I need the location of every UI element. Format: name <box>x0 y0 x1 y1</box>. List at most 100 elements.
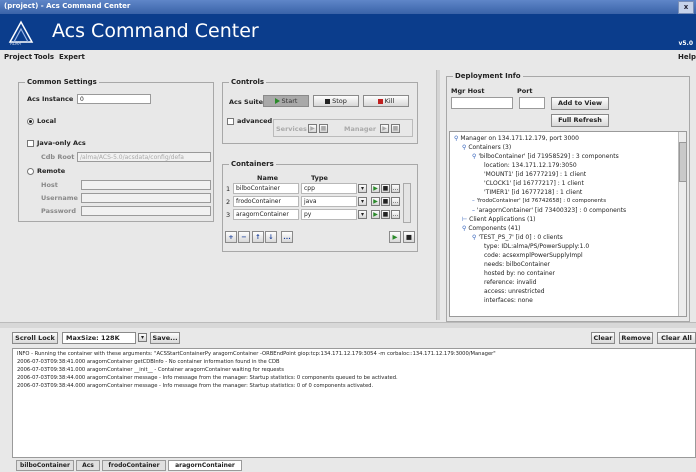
host-input[interactable] <box>81 180 211 190</box>
tree-node[interactable]: – 'aragornContainer' [id 73400323] : 0 c… <box>472 207 626 214</box>
java-only-checkbox[interactable] <box>27 140 34 147</box>
java-only-label: Java-only Acs <box>37 139 86 147</box>
full-refresh-button[interactable]: Full Refresh <box>551 114 609 127</box>
menu-expert[interactable]: Expert <box>59 53 85 61</box>
container-more-button[interactable]: … <box>391 210 400 219</box>
tab-aragorn-container[interactable]: aragornContainer <box>168 460 242 471</box>
tab-acs[interactable]: Acs <box>76 460 100 471</box>
clear-all-button[interactable]: Clear All <box>657 332 696 344</box>
chevron-down-icon[interactable]: ▾ <box>358 210 367 219</box>
row-index: 3 <box>226 211 231 219</box>
cdb-root-input[interactable]: /alma/ACS-5.0/acsdata/config/defa <box>77 152 211 162</box>
save-log-button[interactable]: Save... <box>150 332 180 344</box>
remove-button[interactable]: Remove <box>619 332 653 344</box>
add-to-view-button[interactable]: Add to View <box>551 97 609 110</box>
vertical-splitter[interactable] <box>436 70 440 320</box>
tree-node[interactable]: ⊢ Client Applications (1) <box>462 216 535 223</box>
container-start-button[interactable]: ▶ <box>371 210 380 219</box>
container-stop-button[interactable]: ■ <box>381 184 390 193</box>
chevron-down-icon[interactable]: ▾ <box>358 184 367 193</box>
tree-node[interactable]: reference: invalid <box>484 279 536 286</box>
tree-node[interactable]: code: acsexmplPowerSupplyImpl <box>484 252 583 259</box>
local-radio[interactable] <box>27 118 34 125</box>
container-type-select[interactable]: py <box>301 209 357 220</box>
move-up-button[interactable]: ↑ <box>252 231 264 243</box>
clear-button[interactable]: Clear <box>591 332 615 344</box>
tree-scrollbar-thumb[interactable] <box>679 142 686 182</box>
tree-node[interactable]: type: IDL:alma/PS/PowerSupply:1.0 <box>484 243 589 250</box>
tree-node[interactable]: interfaces: none <box>484 297 533 304</box>
tree-node[interactable]: location: 134.171.12.179:3050 <box>484 162 577 169</box>
container-name-input[interactable]: frodoContainer <box>233 196 299 207</box>
container-options-button[interactable]: ... <box>281 231 293 243</box>
services-stop-button[interactable]: ■ <box>319 124 328 133</box>
container-stop-button[interactable]: ■ <box>381 210 390 219</box>
deployment-tree[interactable]: ⚲ Manager on 134.171.12.179, port 3000 ⚲… <box>449 131 687 317</box>
password-input[interactable] <box>81 206 211 216</box>
acs-instance-input[interactable]: 0 <box>77 94 151 104</box>
max-size-select[interactable]: MaxSize: 128K <box>62 332 136 344</box>
port-input[interactable] <box>519 97 545 109</box>
log-output[interactable]: INFO - Running the container with these … <box>12 348 696 458</box>
stop-all-button[interactable]: ■ <box>403 231 415 243</box>
chevron-down-icon[interactable]: ▾ <box>138 333 147 342</box>
stop-icon <box>325 98 331 104</box>
container-type-select[interactable]: cpp <box>301 183 357 194</box>
container-start-button[interactable]: ▶ <box>371 184 380 193</box>
container-name-input[interactable]: bilboContainer <box>233 183 299 194</box>
menu-tools[interactable]: Tools <box>34 53 54 61</box>
username-input[interactable] <box>81 193 211 203</box>
container-row[interactable]: 3 aragornContainer py ▾ ▶ ■ … <box>225 209 413 220</box>
tree-node[interactable]: ⚲ Containers (3) <box>462 144 511 151</box>
container-type-select[interactable]: java <box>301 196 357 207</box>
stop-button[interactable]: Stop <box>313 95 359 107</box>
container-name-input[interactable]: aragornContainer <box>233 209 299 220</box>
advanced-checkbox[interactable] <box>227 118 234 125</box>
tab-frodo-container[interactable]: frodoContainer <box>102 460 166 471</box>
log-line: 2006-07-03T09:38:41.000 aragornContainer… <box>17 367 284 373</box>
tree-node[interactable]: ⚲ Components (41) <box>462 225 521 232</box>
tree-node[interactable]: – 'frodoContainer' [id 76742658] : 0 com… <box>472 198 606 204</box>
menu-help[interactable]: Help <box>678 53 696 61</box>
start-button[interactable]: Start <box>263 95 309 107</box>
container-row[interactable]: 1 bilboContainer cpp ▾ ▶ ■ … <box>225 183 413 194</box>
mgr-host-label: Mgr Host <box>451 87 485 95</box>
tree-node[interactable]: 'CLOCK1' [id 16777217] : 1 client <box>484 180 584 187</box>
deployment-info-group: Deployment Info Mgr Host Port Add to Vie… <box>446 72 690 322</box>
tree-node[interactable]: needs: bilboContainer <box>484 261 550 268</box>
move-down-button[interactable]: ↓ <box>265 231 277 243</box>
horizontal-splitter[interactable] <box>0 322 696 328</box>
chevron-down-icon[interactable]: ▾ <box>358 197 367 206</box>
mgr-host-input[interactable] <box>451 97 513 109</box>
container-more-button[interactable]: … <box>391 184 400 193</box>
manager-stop-button[interactable]: ■ <box>391 124 400 133</box>
tree-scrollbar[interactable] <box>678 132 686 316</box>
remote-radio[interactable] <box>27 168 34 175</box>
tree-node[interactable]: ⚲ 'bilboContainer' [id 71958529] : 3 com… <box>472 153 619 160</box>
kill-label: Kill <box>384 97 395 105</box>
scroll-lock-button[interactable]: Scroll Lock <box>12 332 58 344</box>
tree-node[interactable]: 'TIMER1' [id 16777218] : 1 client <box>484 189 582 196</box>
close-button[interactable]: x <box>678 1 694 14</box>
add-container-button[interactable]: + <box>225 231 237 243</box>
container-row[interactable]: 2 frodoContainer java ▾ ▶ ■ … <box>225 196 413 207</box>
start-all-button[interactable]: ▶ <box>389 231 401 243</box>
tree-node[interactable]: access: unrestricted <box>484 288 545 295</box>
services-start-button[interactable]: ▶ <box>308 124 317 133</box>
username-label: Username <box>41 194 78 202</box>
tree-node[interactable]: ⚲ Manager on 134.171.12.179, port 3000 <box>454 135 579 142</box>
menu-project[interactable]: Project <box>4 53 32 61</box>
acs-instance-label: Acs Instance <box>27 95 74 103</box>
kill-button[interactable]: Kill <box>363 95 409 107</box>
tab-bilbo-container[interactable]: bilboContainer <box>16 460 74 471</box>
containers-scrollbar[interactable] <box>403 183 411 223</box>
tree-node[interactable]: ⚲ 'TEST_PS_7' [id 0] : 0 clients <box>472 234 563 241</box>
container-stop-button[interactable]: ■ <box>381 197 390 206</box>
container-more-button[interactable]: … <box>391 197 400 206</box>
container-start-button[interactable]: ▶ <box>371 197 380 206</box>
manager-start-button[interactable]: ▶ <box>380 124 389 133</box>
tree-node-label: Manager on 134.171.12.179, port 3000 <box>460 135 579 142</box>
tree-node[interactable]: hosted by: no container <box>484 270 555 277</box>
remove-container-button[interactable]: − <box>238 231 250 243</box>
tree-node[interactable]: 'MOUNT1' [id 16777219] : 1 client <box>484 171 586 178</box>
